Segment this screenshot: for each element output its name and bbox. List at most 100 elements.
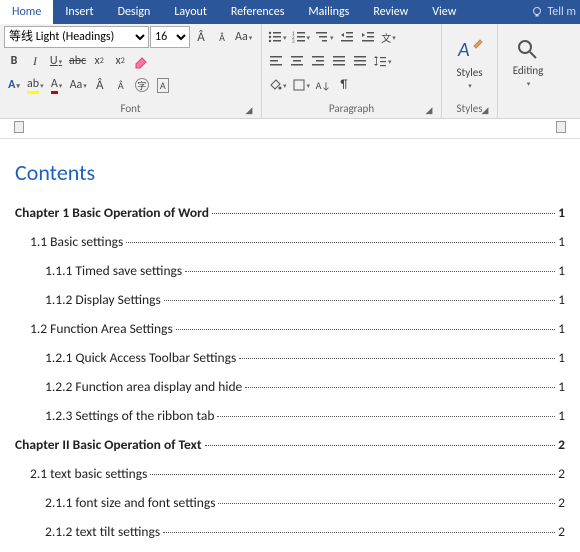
distributed-button[interactable] (350, 50, 370, 72)
grow-font-button[interactable]: Â (191, 26, 211, 48)
toc-text: 1.1.2 Display Settings (45, 291, 161, 308)
clear-formatting-button[interactable] (131, 50, 151, 72)
font-size-select[interactable]: 16 (150, 26, 190, 48)
group-label-paragraph: Paragraph (329, 102, 374, 115)
tab-insert[interactable]: Insert (53, 0, 105, 24)
toc-entry[interactable]: 1.2.2 Function area display and hide 1 (45, 378, 565, 395)
ruler-right-margin[interactable] (556, 121, 566, 133)
toc-title: Contents (15, 159, 565, 186)
tab-review[interactable]: Review (361, 0, 420, 24)
ruler[interactable] (0, 119, 580, 139)
multilevel-list-button[interactable]: ▾ (313, 26, 336, 48)
tab-mailings[interactable]: Mailings (296, 0, 361, 24)
toc-entry[interactable]: 1.1.2 Display Settings 1 (45, 291, 565, 308)
sort-button[interactable]: A↓ (313, 74, 333, 96)
superscript-button[interactable]: x2 (110, 50, 130, 72)
tab-references[interactable]: References (219, 0, 297, 24)
editing-button[interactable]: Editing▾ (503, 34, 553, 92)
enclose-chars-button[interactable]: A (153, 74, 173, 96)
font-dialog-launcher[interactable]: ◢ (243, 104, 255, 116)
document-area[interactable]: Contents Chapter 1 Basic Operation of Wo… (0, 139, 580, 552)
indent-icon (361, 30, 375, 44)
toc-text: Chapter II Basic Operation of Text (15, 436, 202, 453)
toc-entry[interactable]: Chapter 1 Basic Operation of Word1 (15, 204, 565, 221)
toc-entry[interactable]: 2.1 text basic settings 2 (30, 465, 565, 482)
line-spacing-icon (373, 54, 387, 68)
tab-design[interactable]: Design (106, 0, 163, 24)
highlight-button[interactable]: ab▾ (25, 74, 46, 96)
toc-entry[interactable]: 2.1.2 text tilt settings2 (45, 523, 565, 540)
shading-button[interactable]: ▾ (266, 74, 289, 96)
numbering-button[interactable]: 123▾ (290, 26, 313, 48)
underline-button[interactable]: U▾ (46, 50, 66, 72)
toc-text: 2.1.1 font size and font settings (45, 494, 215, 511)
toc-leader (185, 271, 555, 272)
align-left-button[interactable] (266, 50, 286, 72)
toc-leader (176, 329, 555, 330)
align-center-icon (290, 54, 304, 68)
toc-page: 2 (558, 465, 565, 482)
italic-button[interactable]: I (25, 50, 45, 72)
toc-entry[interactable]: 1.2 Function Area Settings1 (30, 320, 565, 337)
toc-page: 1 (558, 349, 565, 366)
font-name-select[interactable]: 等线 Light (Headings) (4, 26, 149, 48)
svg-text:A: A (457, 38, 470, 62)
shrink-font-button[interactable]: Â (212, 26, 232, 48)
enclose-char-button[interactable]: Aa▾ (68, 74, 89, 96)
borders-icon (292, 78, 306, 92)
asian-layout-button[interactable]: 文▾ (379, 26, 399, 48)
subscript-button[interactable]: x2 (89, 50, 109, 72)
toc-text: 1.2.2 Function area display and hide (45, 378, 242, 395)
bold-button[interactable]: B (4, 50, 24, 72)
char-border-button[interactable]: Â (111, 74, 131, 96)
distributed-icon (353, 54, 367, 68)
text-effects-button[interactable]: A▾ (4, 74, 24, 96)
bullets-button[interactable]: ▾ (266, 26, 289, 48)
toc-text: 1.1.1 Timed save settings (45, 262, 182, 279)
toc-leader (150, 474, 555, 475)
ruler-left-margin[interactable] (14, 121, 24, 133)
toc-text: 2.1 text basic settings (30, 465, 147, 482)
align-left-icon (269, 54, 283, 68)
group-paragraph: ▾ 123▾ ▾ 文▾ ▾ ▾ ▾ A↓ ¶ Paragr (262, 24, 442, 118)
toc-entry[interactable]: 1.2.1 Quick Access Toolbar Settings 1 (45, 349, 565, 366)
toc-text: 1.2.1 Quick Access Toolbar Settings (45, 349, 236, 366)
group-font: 等线 Light (Headings) 16 Â Â Aa▾ B I U▾ … (0, 24, 262, 118)
tab-view[interactable]: View (420, 0, 468, 24)
ribbon: 等线 Light (Headings) 16 Â Â Aa▾ B I U▾ … (0, 24, 580, 119)
styles-dialog-launcher[interactable]: ◢ (479, 104, 491, 116)
char-shading-button[interactable]: Â (90, 74, 110, 96)
increase-indent-button[interactable] (358, 26, 378, 48)
toc-page: 2 (558, 494, 565, 511)
change-case-button[interactable]: Aa▾ (233, 26, 254, 48)
justify-button[interactable] (329, 50, 349, 72)
toc-page: 1 (558, 291, 565, 308)
tab-home[interactable]: Home (0, 0, 53, 24)
toc-page: 1 (558, 378, 565, 395)
toc-leader (245, 387, 555, 388)
toc-entry[interactable]: 1.1.1 Timed save settings1 (45, 262, 565, 279)
align-center-button[interactable] (287, 50, 307, 72)
font-color-button[interactable]: A▾ (47, 74, 67, 96)
tab-bar: HomeInsertDesignLayoutReferencesMailings… (0, 0, 580, 24)
line-spacing-button[interactable]: ▾ (371, 50, 394, 72)
decrease-indent-button[interactable] (337, 26, 357, 48)
show-marks-button[interactable]: ¶ (334, 74, 354, 96)
phonetic-guide-button[interactable]: 字 (132, 74, 152, 96)
borders-button[interactable]: ▾ (290, 74, 313, 96)
toc-entry[interactable]: 1.2.3 Settings of the ribbon tab1 (45, 407, 565, 424)
toc-entry[interactable]: 1.1 Basic settings1 (30, 233, 565, 250)
tell-me[interactable]: Tell m (531, 5, 580, 19)
toc-page: 1 (558, 204, 565, 221)
toc-entry[interactable]: Chapter II Basic Operation of Text2 (15, 436, 565, 453)
paragraph-dialog-launcher[interactable]: ◢ (423, 104, 435, 116)
group-styles: A Styles▾ Styles◢ (442, 24, 498, 118)
toc-list: Chapter 1 Basic Operation of Word1 1.1 Ba… (15, 204, 565, 540)
toc-entry[interactable]: 2.1.1 font size and font settings 2 (45, 494, 565, 511)
strikethrough-button[interactable]: abc (67, 50, 88, 72)
align-right-icon (311, 54, 325, 68)
multilevel-icon (315, 30, 329, 44)
align-right-button[interactable] (308, 50, 328, 72)
tab-layout[interactable]: Layout (162, 0, 219, 24)
styles-button[interactable]: A Styles▾ (446, 32, 493, 94)
